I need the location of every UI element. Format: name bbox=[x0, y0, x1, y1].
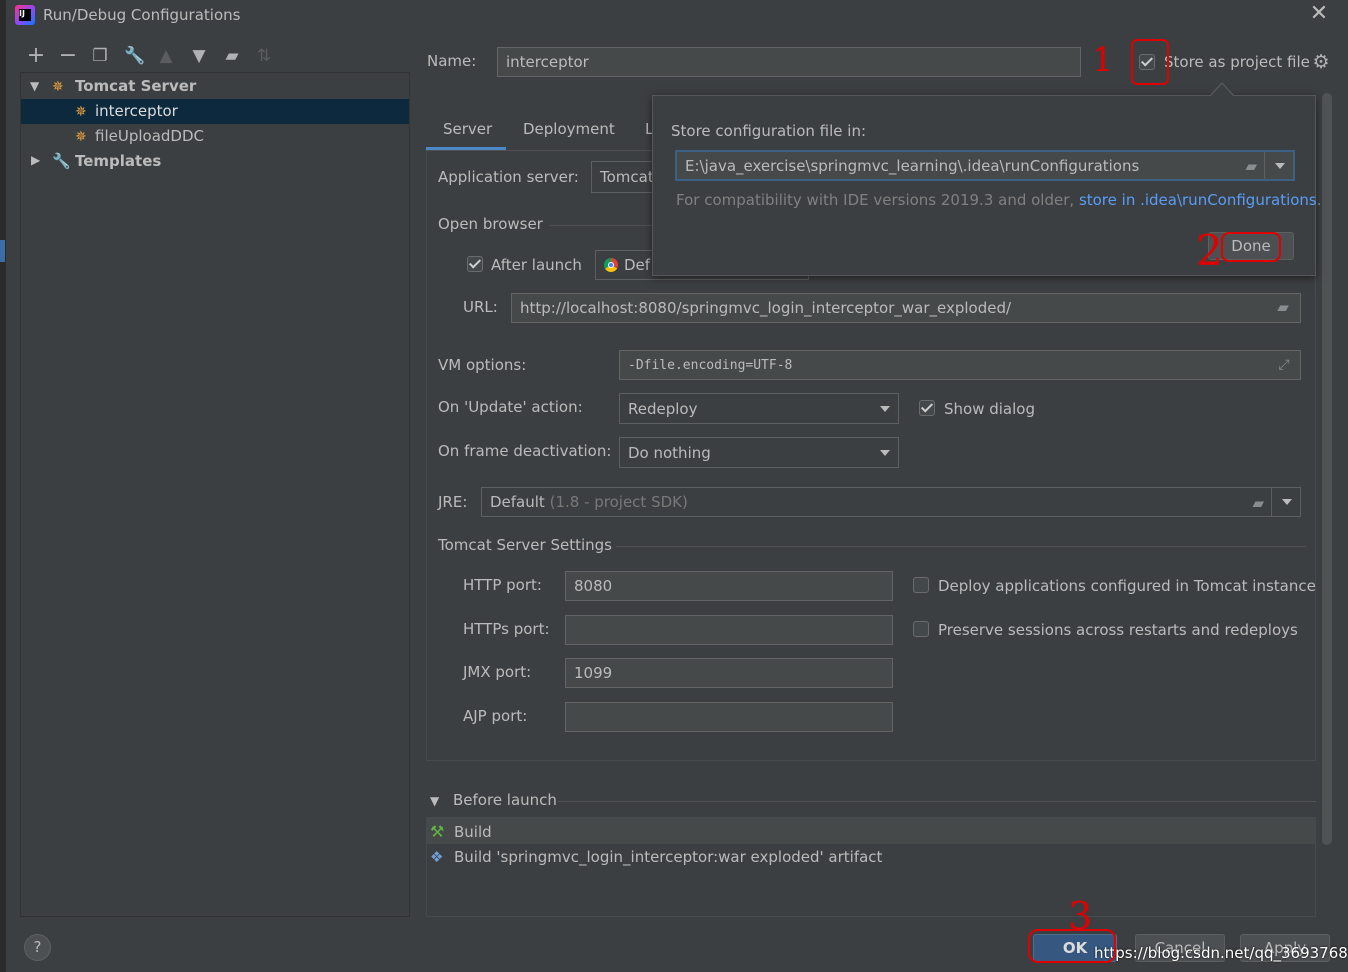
chevron-down-icon[interactable] bbox=[1282, 499, 1292, 505]
copy-icon[interactable]: ❐ bbox=[90, 46, 110, 66]
tree-group-tomcat-server[interactable]: Tomcat Server bbox=[75, 77, 196, 95]
popup-pointer-fill bbox=[1210, 84, 1234, 97]
ajp-port-input[interactable] bbox=[565, 702, 893, 732]
expand-icon[interactable]: ⤢ bbox=[1274, 355, 1294, 375]
https-port-input[interactable] bbox=[565, 615, 893, 645]
folder-icon[interactable]: ▰ bbox=[1252, 494, 1264, 512]
update-action-select[interactable]: Redeploy bbox=[619, 393, 899, 424]
before-launch-item-artifact[interactable]: Build 'springmvc_login_interceptor:war e… bbox=[454, 848, 882, 866]
name-label: Name: bbox=[427, 52, 477, 70]
jre-label: JRE: bbox=[438, 493, 468, 511]
tomcat-settings-divider bbox=[616, 546, 1306, 547]
annotation-number-3: 3 bbox=[1068, 894, 1093, 938]
tree-item-templates[interactable]: Templates bbox=[75, 152, 161, 170]
tab-server[interactable]: Server bbox=[443, 120, 492, 138]
help-button[interactable]: ? bbox=[24, 934, 51, 961]
tomcat-icon: ✵ bbox=[75, 104, 87, 120]
watermark: https://blog.csdn.net/qq_36937684 bbox=[1094, 944, 1348, 962]
wrench-icon: 🔧 bbox=[52, 152, 71, 170]
before-launch-item-selected-bg bbox=[427, 818, 1315, 844]
tree-item-fileuploadddc[interactable]: fileUploadDDC bbox=[95, 127, 204, 145]
before-launch-title: Before launch bbox=[453, 791, 557, 809]
add-icon[interactable]: + bbox=[26, 45, 46, 67]
popup-note: For compatibility with IDE versions 2019… bbox=[676, 191, 1322, 209]
collapse-arrow-icon[interactable]: ▶ bbox=[31, 153, 40, 167]
close-icon[interactable]: ✕ bbox=[1308, 3, 1330, 25]
folder-icon[interactable]: ▰ bbox=[1245, 157, 1257, 175]
chrome-icon bbox=[604, 258, 618, 272]
tomcat-icon: ✵ bbox=[75, 129, 87, 145]
update-action-label: On 'Update' action: bbox=[438, 398, 583, 416]
frame-deactivation-select[interactable]: Do nothing bbox=[619, 437, 899, 468]
url-input[interactable]: http://localhost:8080/springmvc_login_in… bbox=[511, 293, 1301, 323]
store-as-project-file-label[interactable]: Store as project file bbox=[1164, 53, 1310, 71]
remove-icon[interactable]: − bbox=[58, 45, 78, 67]
path-divider bbox=[1264, 152, 1265, 179]
jmx-port-input[interactable]: 1099 bbox=[565, 658, 893, 688]
after-launch-label[interactable]: After launch bbox=[491, 256, 582, 274]
http-port-input[interactable]: 8080 bbox=[565, 571, 893, 601]
app-logo-icon: IJ bbox=[15, 5, 35, 25]
hammer-icon: ⚒ bbox=[430, 822, 445, 841]
move-up-icon[interactable]: ▲ bbox=[156, 46, 176, 66]
annotation-number-1: 1 bbox=[1092, 40, 1114, 80]
wrench-icon[interactable]: 🔧 bbox=[124, 46, 145, 66]
name-value: interceptor bbox=[506, 53, 589, 71]
frame-deactivation-label: On frame deactivation: bbox=[438, 442, 612, 460]
tree-item-interceptor[interactable]: interceptor bbox=[95, 102, 178, 120]
annotation-number-2: 2 bbox=[1196, 226, 1223, 275]
url-label: URL: bbox=[463, 298, 498, 316]
name-input[interactable]: interceptor bbox=[497, 47, 1081, 77]
artifact-icon: ❖ bbox=[430, 848, 444, 866]
before-launch-divider bbox=[558, 801, 1316, 802]
annotation-box-done bbox=[1221, 232, 1281, 262]
store-path-input[interactable]: E:\java_exercise\springmvc_learning\.ide… bbox=[675, 150, 1295, 181]
store-in-idea-link[interactable]: store in .idea\runConfigurations bbox=[1079, 191, 1317, 209]
jre-select[interactable]: Default (1.8 - project SDK) ▰ bbox=[481, 487, 1301, 517]
tomcat-settings-title: Tomcat Server Settings bbox=[438, 536, 612, 554]
tab-deployment[interactable]: Deployment bbox=[523, 120, 615, 138]
vm-options-input[interactable]: -Dfile.encoding=UTF-8 bbox=[619, 350, 1301, 380]
folder-icon[interactable]: ▰ bbox=[221, 46, 243, 66]
preserve-sessions-label[interactable]: Preserve sessions across restarts and re… bbox=[938, 621, 1298, 639]
open-browser-title: Open browser bbox=[438, 215, 543, 233]
show-dialog-label[interactable]: Show dialog bbox=[944, 400, 1035, 418]
folder-icon[interactable]: ▰ bbox=[1273, 297, 1293, 317]
preserve-sessions-checkbox[interactable] bbox=[913, 621, 929, 637]
jmx-port-label: JMX port: bbox=[463, 663, 532, 681]
annotation-box-store-checkbox bbox=[1131, 39, 1169, 85]
app-server-label: Application server: bbox=[438, 168, 579, 186]
gear-icon[interactable]: ⚙ bbox=[1311, 52, 1331, 72]
after-launch-checkbox[interactable] bbox=[467, 256, 483, 272]
expand-arrow-icon[interactable]: ▼ bbox=[30, 79, 39, 93]
config-tree bbox=[20, 72, 410, 917]
tomcat-icon: ✵ bbox=[52, 79, 64, 95]
deploy-apps-checkbox[interactable] bbox=[913, 577, 929, 593]
window-title: Run/Debug Configurations bbox=[43, 6, 241, 24]
https-port-label: HTTPs port: bbox=[463, 620, 550, 638]
left-edge-marker bbox=[0, 240, 5, 262]
left-edge-strip bbox=[0, 0, 6, 972]
popup-title: Store configuration file in: bbox=[671, 122, 867, 140]
deploy-apps-label[interactable]: Deploy applications configured in Tomcat… bbox=[938, 577, 1316, 595]
before-launch-collapse-icon[interactable]: ▼ bbox=[430, 794, 439, 808]
scrollbar[interactable] bbox=[1322, 93, 1332, 845]
http-port-label: HTTP port: bbox=[463, 576, 542, 594]
chevron-down-icon[interactable] bbox=[1275, 162, 1285, 169]
jre-divider bbox=[1271, 488, 1272, 516]
sort-icon[interactable]: ⇅ bbox=[254, 46, 274, 66]
move-down-icon[interactable]: ▼ bbox=[189, 46, 209, 66]
ajp-port-label: AJP port: bbox=[463, 707, 528, 725]
show-dialog-checkbox[interactable] bbox=[919, 400, 935, 416]
vm-options-label: VM options: bbox=[438, 356, 527, 374]
before-launch-item-build[interactable]: Build bbox=[454, 823, 492, 841]
